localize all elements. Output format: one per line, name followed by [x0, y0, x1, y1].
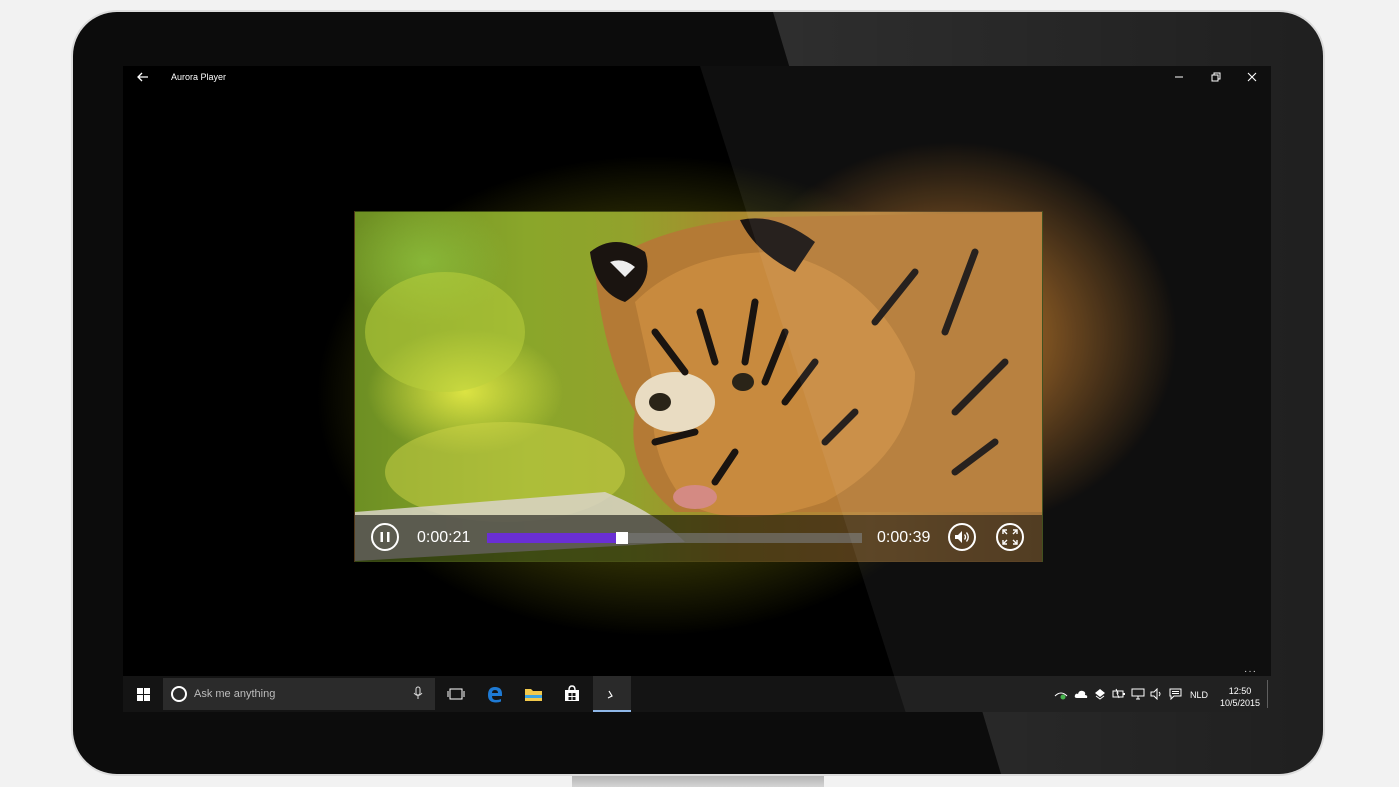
video-frame[interactable]: 0:00:21 0:00:39	[354, 211, 1043, 562]
volume-button[interactable]	[948, 523, 976, 551]
battery-icon[interactable]	[1112, 688, 1126, 700]
minimize-icon	[1175, 76, 1183, 78]
store-button[interactable]	[553, 676, 591, 712]
seek-bar-progress	[487, 533, 622, 543]
file-explorer-button[interactable]	[514, 676, 552, 712]
tiger-scene	[355, 212, 1042, 561]
network-icon[interactable]	[1054, 688, 1068, 700]
aurora-player-taskbar-button[interactable]	[593, 676, 631, 712]
minimize-button[interactable]	[1162, 68, 1196, 86]
cortana-circle-icon	[171, 686, 187, 702]
active-indicator	[593, 710, 631, 712]
close-button[interactable]	[1235, 68, 1269, 86]
app-title: Aurora Player	[171, 72, 227, 82]
clock-time: 12:50	[1228, 686, 1252, 696]
file-explorer-icon	[525, 689, 542, 701]
task-view-button[interactable]	[437, 676, 475, 712]
onedrive-cloud-icon[interactable]	[1074, 688, 1088, 700]
edge-button[interactable]	[475, 676, 513, 712]
screen: Aurora Player 0:00:21 0:00:39 ··· Ask me…	[123, 66, 1271, 712]
title-bar: Aurora Player	[123, 66, 1271, 88]
volume-icon	[955, 531, 969, 543]
wifi-icon[interactable]	[1131, 688, 1145, 700]
edge-browser-icon	[488, 687, 502, 703]
show-desktop-divider[interactable]	[1267, 680, 1268, 708]
clock-date: 10/5/2015	[1219, 698, 1261, 708]
input-language[interactable]: NLD	[1190, 690, 1208, 700]
back-button[interactable]	[135, 69, 151, 85]
restore-button[interactable]	[1199, 68, 1233, 86]
search-box[interactable]: Ask me anything	[163, 678, 435, 710]
pause-icon	[380, 532, 390, 542]
dropbox-icon[interactable]	[1094, 688, 1106, 700]
restore-icon	[1211, 72, 1221, 82]
clock[interactable]: 12:50 10/5/2015	[1217, 685, 1263, 709]
playback-controls: 0:00:21 0:00:39	[355, 515, 1042, 561]
current-time: 0:00:21	[417, 529, 471, 546]
pause-button[interactable]	[371, 523, 399, 551]
microphone-icon[interactable]	[413, 686, 423, 700]
back-arrow-icon	[137, 72, 148, 82]
seek-bar[interactable]	[487, 532, 862, 544]
total-time: 0:00:39	[877, 529, 931, 546]
speaker-icon[interactable]	[1150, 688, 1163, 700]
seek-bar-thumb[interactable]	[616, 532, 628, 544]
start-button[interactable]	[125, 676, 163, 712]
monitor-stand	[572, 772, 824, 787]
windows-logo-icon	[137, 688, 150, 701]
task-view-icon	[447, 688, 465, 700]
action-center-icon[interactable]	[1169, 688, 1182, 700]
close-icon	[1247, 72, 1257, 82]
fullscreen-button[interactable]	[996, 523, 1024, 551]
fullscreen-icon	[1002, 529, 1018, 545]
taskbar: Ask me anything NLD 12:50 10/5/2015	[123, 676, 1271, 712]
search-placeholder: Ask me anything	[194, 688, 276, 700]
store-icon	[565, 685, 579, 701]
aurora-player-icon	[607, 690, 613, 699]
